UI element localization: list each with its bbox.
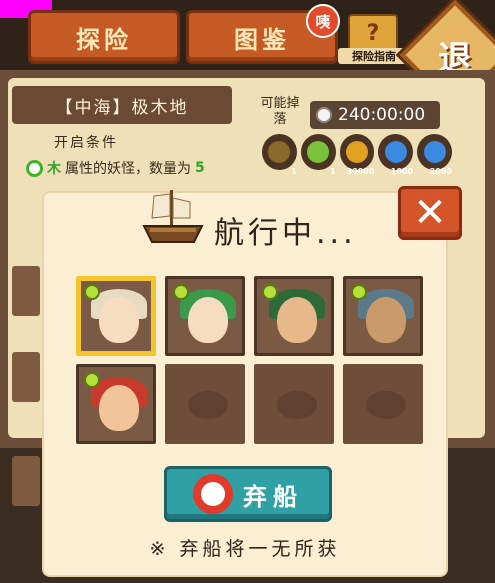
drop-quantity: 1 bbox=[291, 167, 297, 176]
drop-quantity: 1 bbox=[330, 167, 336, 176]
condition-bullet-icon bbox=[26, 159, 43, 177]
empty-party-slot[interactable] bbox=[165, 364, 245, 444]
drop-item[interactable]: 30000 bbox=[339, 134, 375, 176]
party-member-slot[interactable] bbox=[76, 276, 156, 356]
character-portrait bbox=[277, 297, 317, 343]
stage-title: 【中海】极木地 bbox=[12, 86, 232, 124]
character-portrait bbox=[188, 297, 228, 343]
drop-quantity: 2000 bbox=[429, 167, 452, 176]
condition-row: 木 属性的妖怪，数量为 5 bbox=[26, 158, 205, 178]
drop-label: 可能掉落 bbox=[260, 96, 300, 127]
condition-text: 属性的妖怪，数量为 bbox=[65, 161, 191, 177]
condition-count: 5 bbox=[195, 160, 205, 176]
timer-value: 240:00:00 bbox=[338, 105, 426, 125]
blue-flame-icon bbox=[384, 141, 407, 163]
drop-item[interactable]: 2000 bbox=[417, 134, 452, 176]
wood-element-icon bbox=[84, 284, 100, 300]
ship-icon bbox=[142, 190, 204, 243]
character-portrait bbox=[366, 297, 406, 343]
party-row-1 bbox=[76, 276, 423, 356]
blue-flame-icon bbox=[423, 141, 446, 163]
drop-item[interactable]: 1 bbox=[262, 134, 297, 176]
side-slot bbox=[12, 456, 40, 506]
party-member-slot[interactable] bbox=[343, 276, 423, 356]
abandon-ship-button[interactable]: 弃船 bbox=[164, 466, 332, 522]
empty-party-slot[interactable] bbox=[254, 364, 334, 444]
guide-book-icon[interactable]: ? bbox=[348, 14, 398, 52]
character-portrait bbox=[99, 297, 139, 343]
wood-element-icon bbox=[351, 284, 367, 300]
notification-badge[interactable]: 咦 bbox=[306, 4, 340, 38]
party-member-slot[interactable] bbox=[165, 276, 245, 356]
empty-slot-placeholder-icon bbox=[277, 391, 317, 419]
abandon-label: 弃船 bbox=[243, 482, 303, 511]
side-slot bbox=[12, 266, 40, 316]
conditions-label: 开启条件 bbox=[54, 135, 118, 151]
drop-item[interactable]: 1 bbox=[300, 134, 336, 176]
wood-element-icon bbox=[84, 372, 100, 388]
drop-quantity: 1000 bbox=[390, 167, 414, 176]
empty-slot-placeholder-icon bbox=[188, 391, 228, 419]
drop-quantity: 30000 bbox=[346, 167, 375, 176]
wood-element-icon bbox=[173, 284, 189, 300]
abandon-warning: ※ 弃船将一无所获 bbox=[149, 538, 341, 560]
modal-title: 航行中... bbox=[214, 216, 357, 251]
green-orb-icon bbox=[307, 141, 330, 163]
condition-element: 木 bbox=[47, 161, 61, 177]
drop-item[interactable]: 1000 bbox=[378, 134, 414, 176]
empty-slot-placeholder-icon bbox=[366, 391, 406, 419]
side-slot bbox=[12, 352, 40, 402]
gold-pot-icon bbox=[345, 141, 368, 163]
character-portrait bbox=[99, 385, 139, 431]
party-member-slot[interactable] bbox=[254, 276, 334, 356]
tab-explore[interactable]: 探险 bbox=[28, 10, 180, 64]
party-member-slot[interactable] bbox=[76, 364, 156, 444]
wood-element-icon bbox=[262, 284, 278, 300]
guide-button-label[interactable]: 探险指南 bbox=[338, 48, 410, 64]
timer: 240:00:00 bbox=[310, 101, 440, 129]
lifebuoy-icon bbox=[193, 474, 233, 514]
party-row-2 bbox=[76, 364, 423, 444]
wood-token-icon bbox=[268, 141, 291, 163]
close-button[interactable]: ✕ bbox=[398, 186, 462, 240]
drop-list: 1 1 30000 1000 2000 bbox=[262, 134, 452, 176]
empty-party-slot[interactable] bbox=[343, 364, 423, 444]
clock-icon bbox=[316, 107, 332, 123]
